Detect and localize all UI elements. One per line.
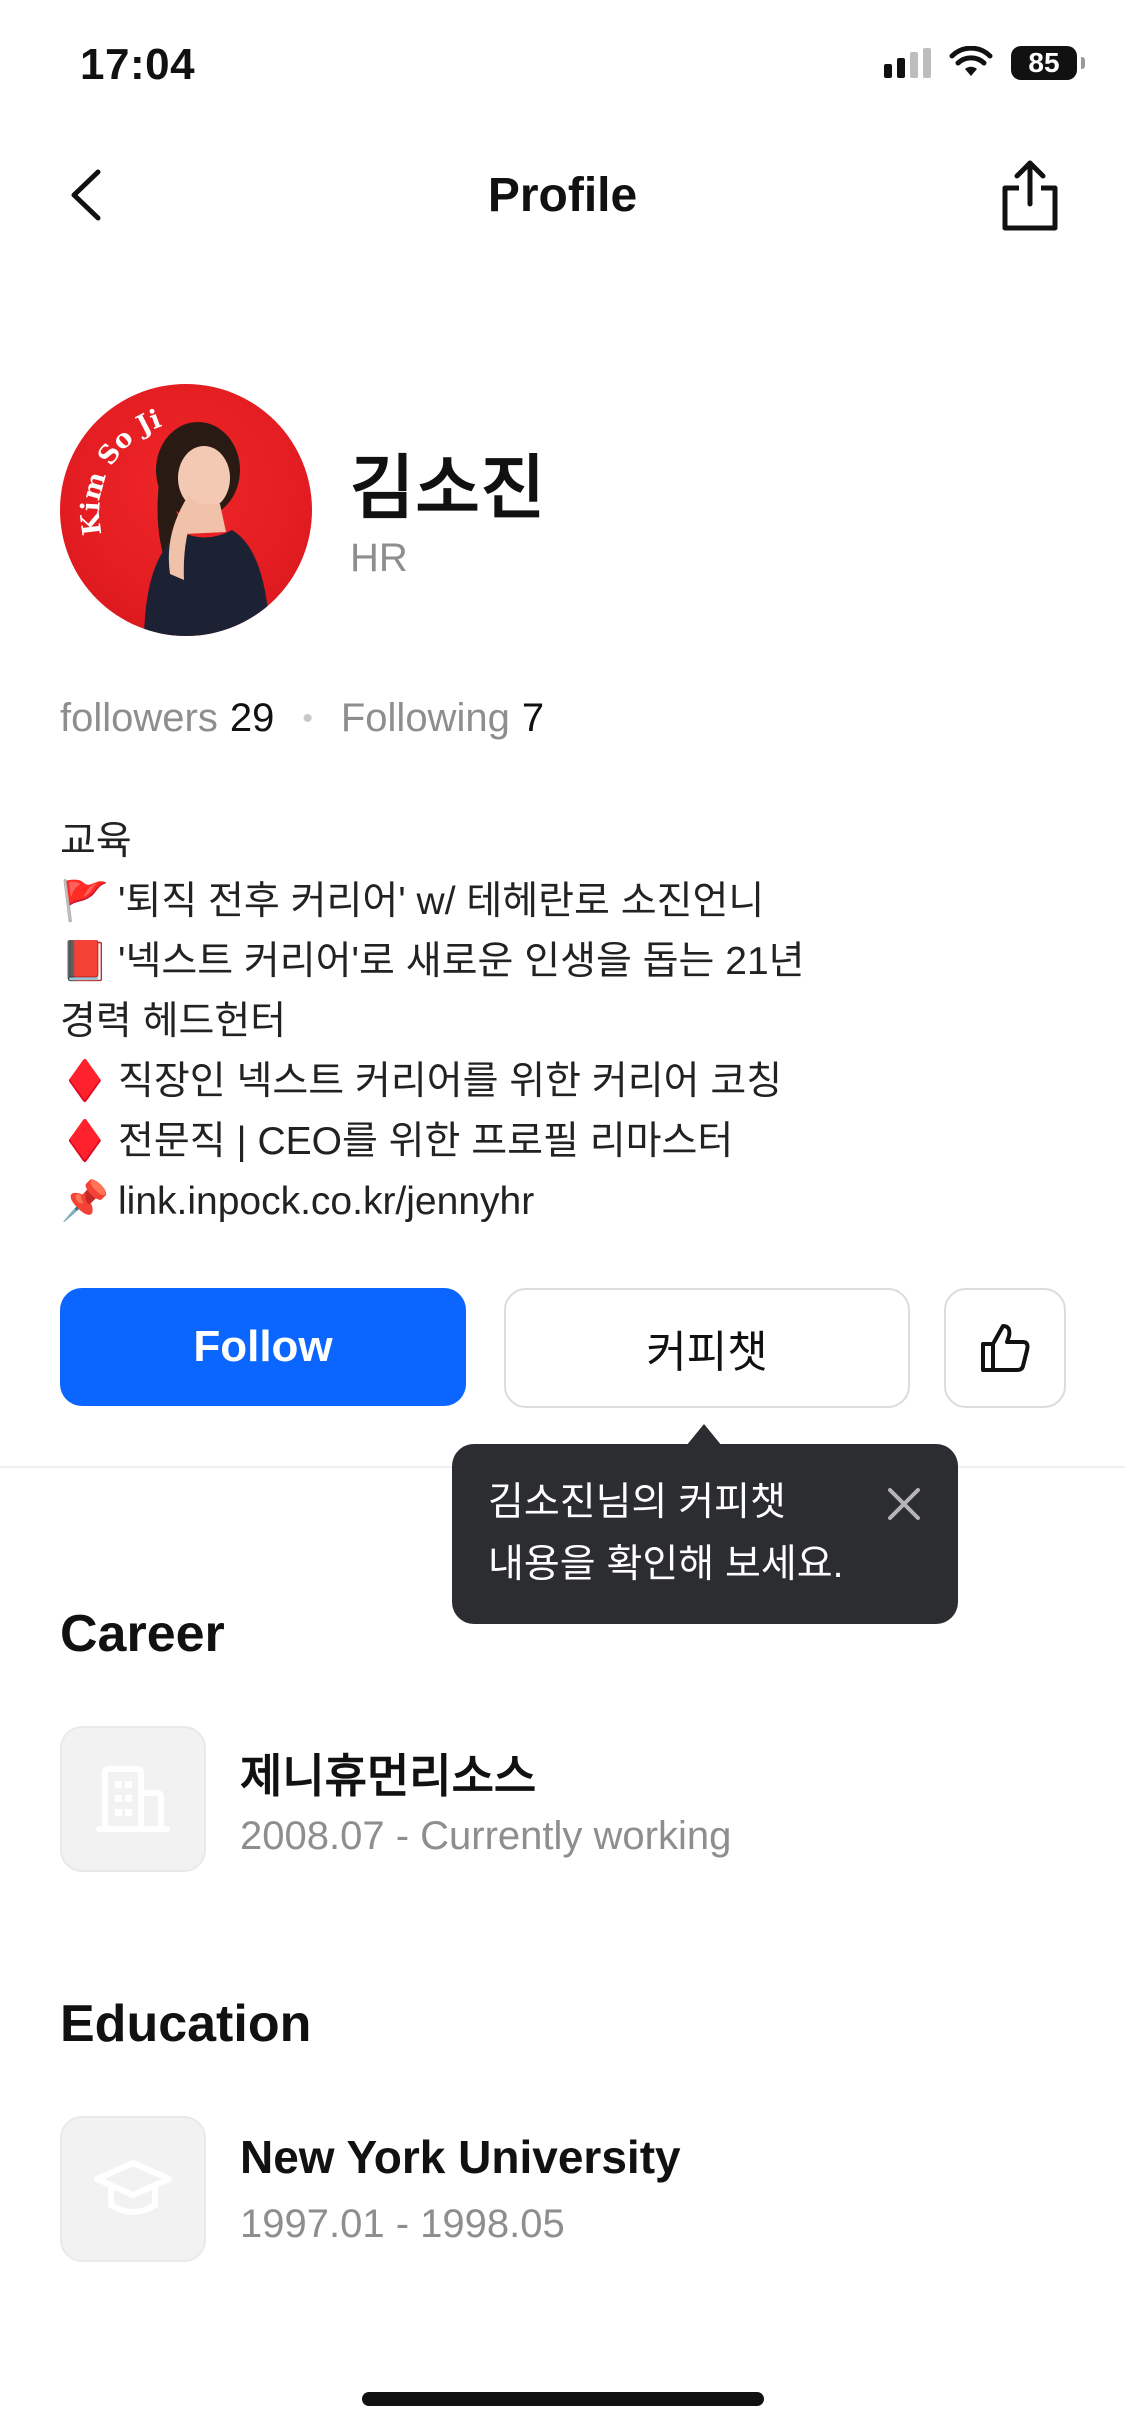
career-section-title: Career [60,1605,225,1663]
coffee-chat-tooltip: 김소진님의 커피챗 내용을 확인해 보세요. [452,1444,958,1624]
following-count: 7 [521,696,545,740]
followers-label: followers [60,696,218,740]
red-book-icon: 📕 [60,940,110,983]
bio-text: '넥스트 커리어'로 새로운 인생을 돕는 21년 [118,940,805,983]
profile-name: 김소진 [350,449,547,527]
battery-level: 85 [1028,47,1060,78]
status-indicators: 85 [884,46,1085,80]
education-section-title: Education [60,1995,312,2053]
tooltip-close-button[interactable] [884,1484,924,1524]
profile-role: HR [350,536,408,580]
bio-text: 교육 [60,820,132,863]
bio: 교육 🚩 '퇴직 전후 커리어' w/ 테헤란로 소진언니 📕 '넥스트 커리어… [60,812,805,1232]
tooltip-line: 김소진님의 커피챗 [488,1481,786,1524]
red-flag-icon: 🚩 [60,880,110,923]
following-link[interactable]: Following 7 [341,696,544,741]
battery-icon: 85 [1011,46,1085,80]
svg-text:Kim So Jin: Kim So Jin [60,384,165,537]
pushpin-icon: 📌 [60,1180,110,1223]
follow-stats: followers 29 • Following 7 [60,696,544,741]
bio-line: 경력 헤드헌터 [60,992,805,1052]
bio-line: 교육 [60,812,805,872]
bio-text: 경력 헤드헌터 [60,1000,287,1043]
bio-line: ♦️ 직장인 넥스트 커리어를 위한 커리어 코칭 [60,1052,805,1112]
bio-line: ♦️ 전문직 | CEO를 위한 프로필 리마스터 [60,1112,805,1172]
bio-text: '퇴직 전후 커리어' w/ 테헤란로 소진언니 [118,880,765,923]
follow-button[interactable]: Follow [60,1288,466,1406]
wifi-icon [949,46,993,76]
company-name: 제니휴먼리소스 [240,1750,537,1802]
bio-link[interactable]: link.inpock.co.kr/jennyhr [118,1172,534,1232]
home-indicator [362,2392,764,2406]
avatar-text: Kim So Jin [60,384,165,537]
career-period: 2008.07 - Currently working [240,1814,732,1858]
bio-line: 📕 '넥스트 커리어'로 새로운 인생을 돕는 21년 [60,932,805,992]
school-name: New York University [240,2131,681,2183]
profile-photo: Kim So Jin [60,384,270,636]
avatar[interactable]: Kim So Jin [60,384,312,636]
followers-count: 29 [229,696,275,740]
status-time: 17:04 [80,40,196,89]
bio-text: 전문직 | CEO를 위한 프로필 리마스터 [118,1120,734,1163]
education-period: 1997.01 - 1998.05 [240,2202,565,2246]
separator-dot: • [302,701,313,735]
share-icon [1002,160,1058,231]
close-icon [888,1488,920,1520]
company-logo [60,1726,206,1872]
diamond-icon: ♦️ [60,1120,110,1163]
thumbs-up-icon [981,1324,1030,1372]
bio-text: 직장인 넥스트 커리어를 위한 커리어 코칭 [118,1060,783,1103]
like-button[interactable] [944,1288,1066,1408]
building-icon [96,1766,170,1832]
followers-link[interactable]: followers 29 [60,696,274,741]
diamond-icon: ♦️ [60,1060,110,1103]
bio-line: 🚩 '퇴직 전후 커리어' w/ 테헤란로 소진언니 [60,872,805,932]
bio-line: 📌 link.inpock.co.kr/jennyhr [60,1172,805,1232]
cellular-signal-icon [884,48,931,78]
page-title: Profile [487,169,638,222]
following-label: Following [340,696,510,740]
school-logo [60,2116,206,2262]
tooltip-line: 내용을 확인해 보세요. [488,1543,844,1586]
tooltip-arrow [686,1424,722,1446]
coffee-chat-button[interactable]: 커피챗 [504,1288,910,1408]
share-button[interactable] [997,158,1063,234]
graduation-cap-icon [94,2160,172,2215]
tooltip-text: 김소진님의 커피챗 내용을 확인해 보세요. [488,1472,843,1596]
